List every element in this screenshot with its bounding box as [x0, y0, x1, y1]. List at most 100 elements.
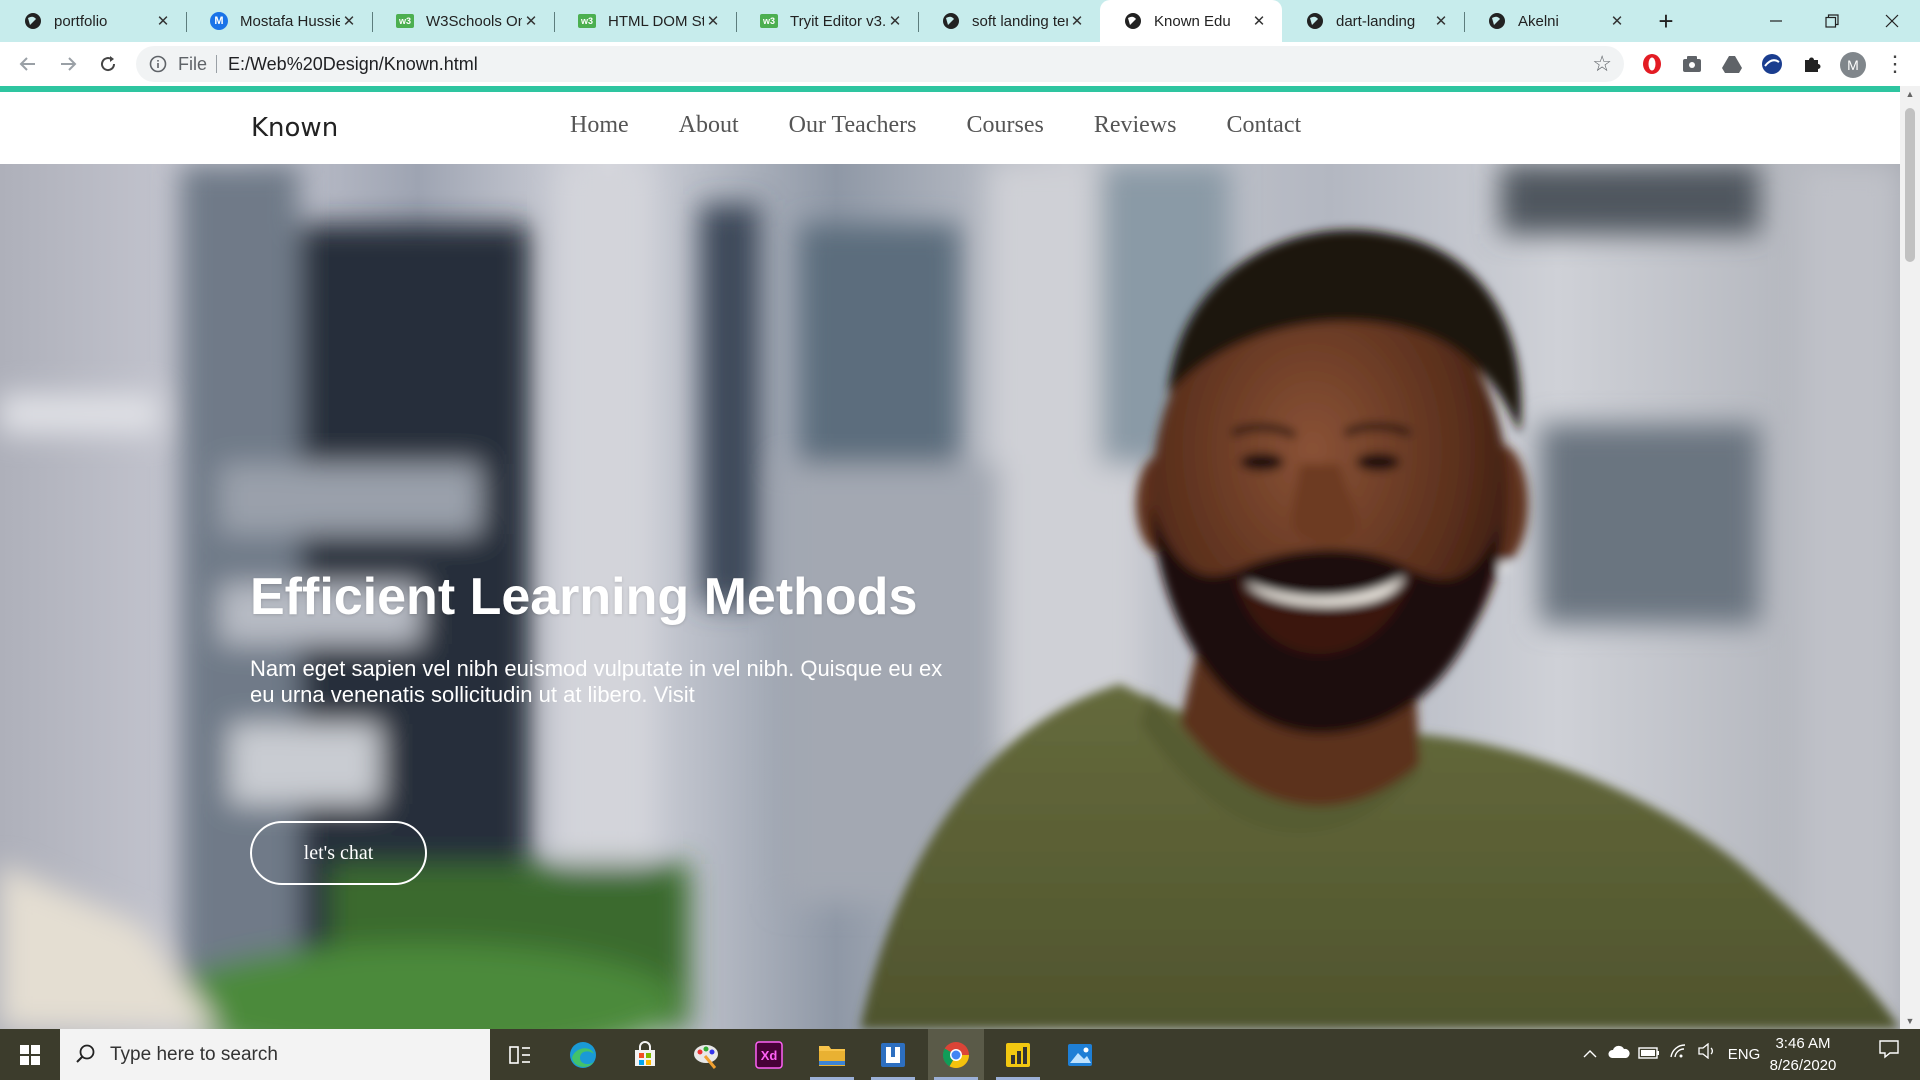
close-icon[interactable]: ✕	[704, 12, 722, 30]
tab-mostafa[interactable]: M Mostafa Hussie ✕	[186, 0, 373, 42]
search-placeholder: Type here to search	[110, 1044, 278, 1065]
globe-icon	[1306, 12, 1324, 30]
nav-link-contact[interactable]: Contact	[1226, 92, 1301, 158]
w3schools-icon: w3	[396, 12, 414, 30]
svg-text:Xd: Xd	[761, 1048, 778, 1063]
browser-toolbar: File E:/Web%20Design/Known.html ☆ M ⋮	[0, 42, 1920, 86]
w3schools-icon: w3	[760, 12, 778, 30]
extension-icon[interactable]	[1680, 52, 1704, 76]
scrollbar-thumb[interactable]	[1905, 108, 1915, 262]
taskbar-clock[interactable]: 3:46 AM 8/26/2020	[1758, 1033, 1848, 1077]
info-icon[interactable]	[148, 54, 168, 74]
scroll-down-icon[interactable]: ▼	[1900, 1013, 1920, 1029]
nav-link-about[interactable]: About	[679, 92, 739, 158]
edge-icon[interactable]	[555, 1029, 611, 1080]
globe-icon	[1124, 12, 1142, 30]
opera-icon[interactable]	[1640, 52, 1664, 76]
tab-title: Tryit Editor v3.6	[790, 12, 886, 30]
show-hidden-icons-icon[interactable]	[1578, 1029, 1602, 1080]
lets-chat-button[interactable]: let's chat	[250, 821, 427, 885]
clock-time: 3:46 AM	[1775, 1035, 1831, 1052]
xd-icon[interactable]: Xd	[741, 1029, 797, 1080]
tab-html-dom[interactable]: w3 HTML DOM Sty ✕	[554, 0, 737, 42]
paint-icon[interactable]	[678, 1029, 734, 1080]
window-close-icon[interactable]	[1864, 0, 1920, 42]
file-explorer-icon[interactable]	[804, 1029, 860, 1080]
tab-title: dart-landing	[1336, 12, 1416, 30]
globe-icon	[24, 12, 42, 30]
hero-title: Efficient Learning Methods	[250, 568, 918, 626]
volume-icon[interactable]	[1694, 1029, 1720, 1080]
tab-title: Akelni	[1518, 12, 1559, 30]
search-icon	[74, 1042, 98, 1066]
tab-soft-landing[interactable]: soft landing ter ✕	[918, 0, 1100, 42]
nav-link-courses[interactable]: Courses	[966, 92, 1043, 158]
nav-link-reviews[interactable]: Reviews	[1094, 92, 1177, 158]
tab-w3schools[interactable]: w3 W3Schools Onl ✕	[372, 0, 555, 42]
forward-icon[interactable]	[52, 48, 84, 80]
restore-icon[interactable]	[1804, 0, 1860, 42]
puzzle-icon[interactable]	[1800, 52, 1824, 76]
close-icon[interactable]: ✕	[522, 12, 540, 30]
nav-link-our-teachers[interactable]: Our Teachers	[789, 92, 917, 158]
task-view-icon[interactable]	[492, 1029, 548, 1080]
hero-section: Efficient Learning Methods Nam eget sapi…	[0, 164, 1900, 1029]
close-icon[interactable]: ✕	[1432, 12, 1450, 30]
tab-title: portfolio	[54, 12, 108, 30]
globe-icon	[942, 12, 960, 30]
reload-icon[interactable]	[92, 48, 124, 80]
tab-title: Known Edu	[1154, 12, 1231, 30]
close-icon[interactable]: ✕	[886, 12, 904, 30]
tab-title: Mostafa Hussie	[240, 12, 340, 30]
profile-avatar[interactable]: M	[1840, 52, 1866, 78]
tab-known-edu[interactable]: Known Edu ✕	[1100, 0, 1282, 42]
vpn-extension-icon[interactable]	[1760, 52, 1784, 76]
minimize-icon[interactable]	[1748, 0, 1804, 42]
scheme-label: File	[178, 54, 208, 74]
tab-title: W3Schools Onl	[426, 12, 522, 30]
scroll-up-icon[interactable]: ▲	[1900, 86, 1920, 102]
photos-icon[interactable]	[1052, 1029, 1108, 1080]
windows-start-icon[interactable]	[0, 1029, 60, 1080]
bookmark-star-icon[interactable]: ☆	[1592, 46, 1612, 82]
hero-text: Nam eget sapien vel nibh euismod vulputa…	[250, 656, 943, 707]
tab-title: HTML DOM Sty	[608, 12, 704, 30]
tab-strip: portfolio ✕ M Mostafa Hussie ✕ w3 W3Scho…	[0, 0, 1920, 42]
tab-tryit[interactable]: w3 Tryit Editor v3.6 ✕	[736, 0, 919, 42]
site-menu: Home About Our Teachers Courses Reviews …	[570, 92, 1301, 158]
close-icon[interactable]: ✕	[1068, 12, 1086, 30]
taskbar-search-box[interactable]: Type here to search	[60, 1029, 490, 1080]
w3schools-icon: w3	[578, 12, 596, 30]
page-viewport: Known Home About Our Teachers Courses Re…	[0, 86, 1920, 1029]
close-icon[interactable]: ✕	[340, 12, 358, 30]
tab-dart-landing[interactable]: dart-landing ✕	[1282, 0, 1465, 42]
powerbi-icon[interactable]	[990, 1029, 1046, 1080]
site-logo[interactable]: Known	[251, 92, 338, 164]
onedrive-icon[interactable]	[1606, 1029, 1632, 1080]
site-navbar: Known Home About Our Teachers Courses Re…	[0, 92, 1900, 164]
back-icon[interactable]	[12, 48, 44, 80]
chrome-icon[interactable]	[928, 1029, 984, 1080]
globe-icon	[1488, 12, 1506, 30]
app-icon[interactable]	[865, 1029, 921, 1080]
nav-link-home[interactable]: Home	[570, 92, 629, 158]
windows-taskbar: Type here to search Xd ENG 3:46 AM 8/26/…	[0, 1029, 1920, 1080]
new-tab-button[interactable]: +	[1652, 8, 1680, 36]
tab-portfolio[interactable]: portfolio ✕	[0, 0, 187, 42]
close-icon[interactable]: ✕	[1608, 12, 1626, 30]
close-icon[interactable]: ✕	[1250, 12, 1268, 30]
drive-icon[interactable]	[1720, 52, 1744, 76]
address-bar[interactable]: File E:/Web%20Design/Known.html ☆	[136, 46, 1624, 82]
url-text[interactable]: E:/Web%20Design/Known.html	[228, 46, 478, 82]
m-icon: M	[210, 12, 228, 30]
close-icon[interactable]: ✕	[154, 12, 172, 30]
tab-akelni[interactable]: Akelni ✕	[1464, 0, 1640, 42]
clock-date: 8/26/2020	[1769, 1057, 1837, 1074]
wifi-icon[interactable]	[1666, 1029, 1692, 1080]
notifications-icon[interactable]	[1864, 1029, 1914, 1080]
menu-icon[interactable]: ⋮	[1884, 50, 1906, 78]
tab-title: soft landing ter	[972, 12, 1068, 30]
battery-icon[interactable]	[1636, 1029, 1662, 1080]
store-icon[interactable]	[617, 1029, 673, 1080]
page-scrollbar[interactable]: ▲ ▼	[1900, 86, 1920, 1029]
